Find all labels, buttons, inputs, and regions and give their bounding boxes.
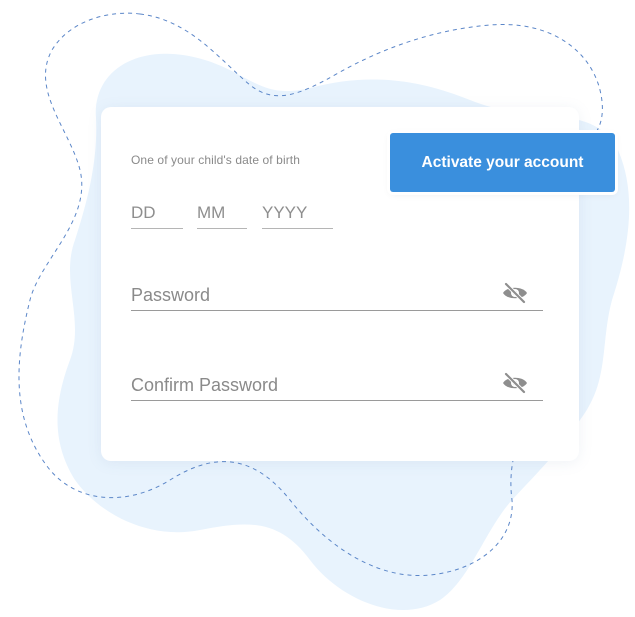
dob-label: One of your child's date of birth: [131, 153, 301, 167]
dob-month-input[interactable]: MM: [197, 200, 247, 229]
dob-year-input[interactable]: YYYY: [262, 200, 333, 229]
eye-off-icon[interactable]: [501, 282, 529, 304]
dob-day-placeholder: DD: [131, 203, 156, 222]
eye-off-icon[interactable]: [501, 372, 529, 394]
password-label: Password: [131, 285, 211, 305]
password-field[interactable]: Password: [131, 278, 543, 311]
activation-screen: One of your child's date of birth DD MM …: [0, 0, 635, 617]
activate-account-button[interactable]: Activate your account: [390, 133, 615, 192]
confirm-password-field[interactable]: Confirm Password: [131, 368, 543, 401]
dob-day-input[interactable]: DD: [131, 200, 183, 229]
dob-year-placeholder: YYYY: [262, 203, 308, 222]
confirm-password-label: Confirm Password: [131, 375, 279, 395]
dob-month-placeholder: MM: [197, 203, 226, 222]
